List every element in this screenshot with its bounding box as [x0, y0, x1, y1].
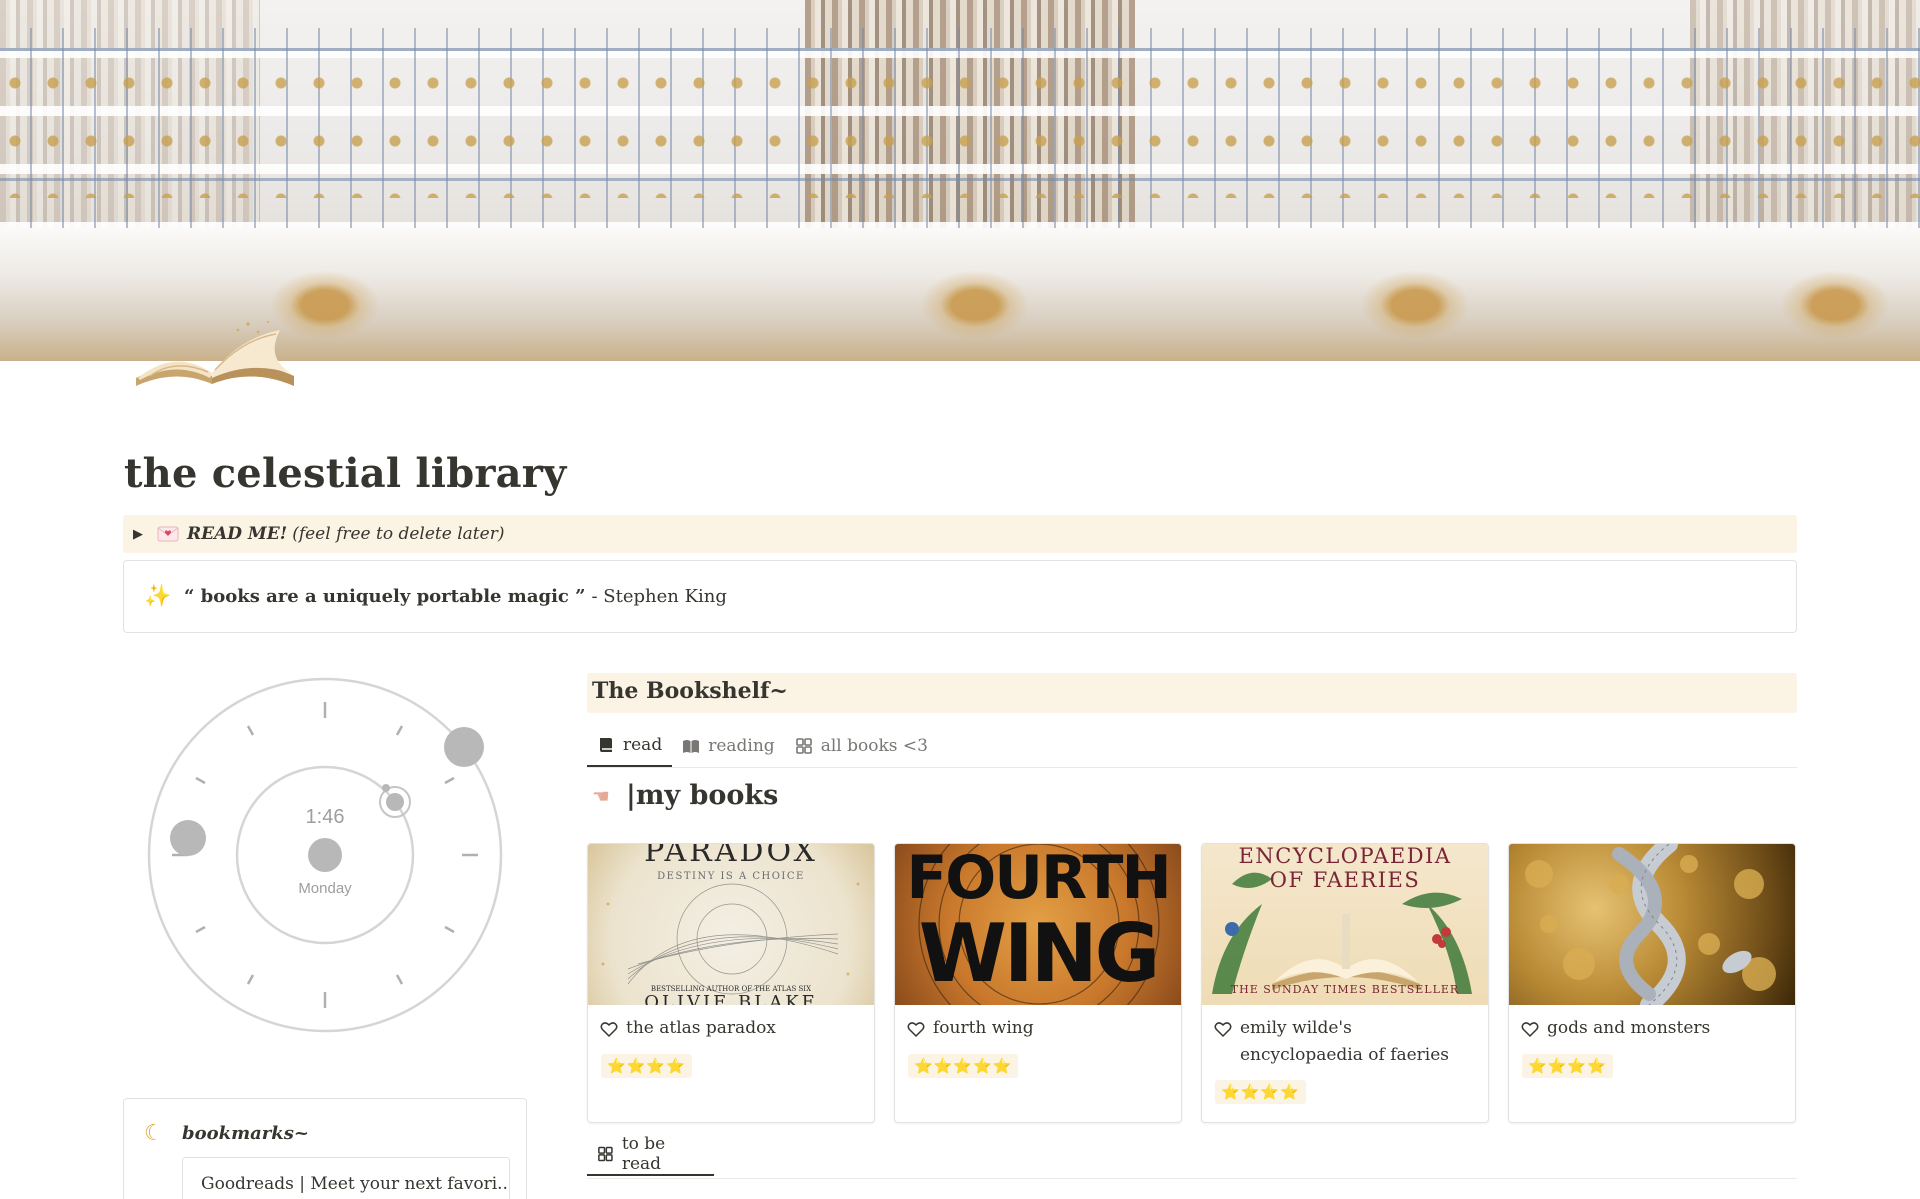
rating-stars: ⭐⭐⭐⭐ [1522, 1054, 1613, 1078]
cover-title-text: WING [918, 907, 1161, 1000]
book-cover-encyclopaedia-of-faeries: ENCYCLOPAEDIA OF FAERIES THE SUNDAY TIME… [1202, 844, 1488, 1005]
cover-title-text: FOURTH [906, 844, 1171, 913]
heart-icon [1521, 1015, 1547, 1047]
to-be-read-view-tabs: to be read [587, 1133, 1797, 1179]
page-cover-image[interactable] [0, 0, 1920, 361]
quote-text: “ books are a uniquely portable magic ” [184, 586, 586, 607]
book-closed-icon [600, 737, 612, 752]
love-letter-icon [157, 525, 183, 543]
tab-to-be-read-label: to be read [621, 1133, 666, 1174]
page-title[interactable]: the celestial library [124, 450, 566, 497]
clock-time: 1:46 [306, 806, 345, 828]
cover-tagline-text: THE SUNDAY TIMES BESTSELLER [1230, 983, 1460, 996]
ornament-decoration [920, 270, 1030, 340]
gallery-grid-icon [598, 1146, 613, 1161]
orbit-planet-icon [444, 727, 484, 767]
rating-stars: ⭐⭐⭐⭐ [1215, 1080, 1306, 1104]
tab-to-be-read[interactable]: to be read [587, 1133, 714, 1176]
tab-reading-label: reading [708, 735, 775, 756]
orbit-planet-icon [170, 820, 206, 856]
open-book-page-icon[interactable] [130, 318, 300, 398]
cover-author-text: OLIVIE BLAKE [644, 992, 818, 1005]
ornament-decoration [1780, 270, 1890, 340]
my-books-heading[interactable]: ☚ |my books [592, 780, 778, 811]
heart-icon [1214, 1015, 1240, 1069]
bookmarks-title: bookmarks~ [182, 1123, 309, 1144]
book-card[interactable]: FOURTH WING fourth wing ⭐⭐⭐⭐⭐ [894, 843, 1182, 1123]
rating-stars: ⭐⭐⭐⭐⭐ [908, 1054, 1019, 1078]
pointing-hand-icon: ☚ [592, 783, 610, 808]
tab-all-books-label: all books <3 [820, 735, 928, 756]
book-title: the atlas paradox [626, 1018, 776, 1038]
gold-ornaments-decoration [0, 68, 1920, 198]
book-card[interactable]: ENCYCLOPAEDIA OF FAERIES THE SUNDAY TIME… [1201, 843, 1489, 1123]
book-title: emily wilde's encyclopaedia of faeries [1240, 1018, 1450, 1065]
center-dot [308, 838, 342, 872]
tab-all-books[interactable]: all books <3 [785, 724, 938, 767]
clock-widget[interactable]: 1:46 Monday [145, 675, 505, 1035]
bookshelf-heading[interactable]: The Bookshelf~ [587, 673, 1797, 713]
my-books-title: |my books [626, 780, 779, 811]
book-open-icon [683, 739, 700, 753]
ornament-decoration [1360, 270, 1470, 340]
rating-stars: ⭐⭐⭐⭐ [601, 1054, 692, 1078]
book-title: gods and monsters [1547, 1018, 1711, 1038]
moon-icon [386, 793, 404, 811]
heart-icon [907, 1015, 933, 1047]
book-gallery: PARADOX DESTINY IS A CHOICE BESTSELLING … [587, 843, 1797, 1123]
sparkles-icon: ✨ [144, 584, 172, 609]
cover-tagline-text: DESTINY IS A CHOICE [657, 871, 805, 882]
readme-toggle-callout[interactable]: ▶ READ ME! (feel free to delete later) [123, 515, 1797, 553]
crescent-moon-icon: ☾ [144, 1121, 164, 1146]
book-cover-atlas-paradox: PARADOX DESTINY IS A CHOICE BESTSELLING … [588, 844, 874, 1005]
book-card[interactable]: PARADOX DESTINY IS A CHOICE BESTSELLING … [587, 843, 875, 1123]
cover-title-text: PARADOX [644, 844, 818, 869]
toggle-triangle-icon[interactable]: ▶ [133, 527, 157, 542]
heart-icon [600, 1015, 626, 1047]
book-card[interactable]: gods and monsters ⭐⭐⭐⭐ [1508, 843, 1796, 1123]
book-title: fourth wing [933, 1018, 1034, 1038]
quote-author: - Stephen King [591, 586, 727, 607]
quote-callout[interactable]: ✨ “ books are a uniquely portable magic … [123, 560, 1797, 633]
cover-title-text: OF FAERIES [1269, 868, 1421, 892]
bookmarks-callout[interactable]: ☾ bookmarks~ Goodreads | Meet your next … [123, 1098, 527, 1199]
clock-day: Monday [298, 880, 352, 897]
tab-reading[interactable]: reading [672, 724, 784, 767]
gallery-grid-icon [795, 737, 812, 754]
readme-note: (feel free to delete later) [292, 524, 505, 544]
cover-title-text: ENCYCLOPAEDIA [1238, 844, 1452, 868]
moon-satellite-icon [382, 784, 390, 792]
book-cover-fourth-wing: FOURTH WING [895, 844, 1181, 1005]
tab-read[interactable]: read [587, 724, 673, 767]
goodreads-bookmark-link[interactable]: Goodreads | Meet your next favori... [182, 1157, 510, 1199]
tab-read-label: read [623, 734, 663, 755]
bookshelf-view-tabs: read reading all books <3 [587, 724, 1797, 768]
readme-label: READ ME! [187, 524, 288, 544]
book-cover-gods-and-monsters [1509, 844, 1795, 1005]
